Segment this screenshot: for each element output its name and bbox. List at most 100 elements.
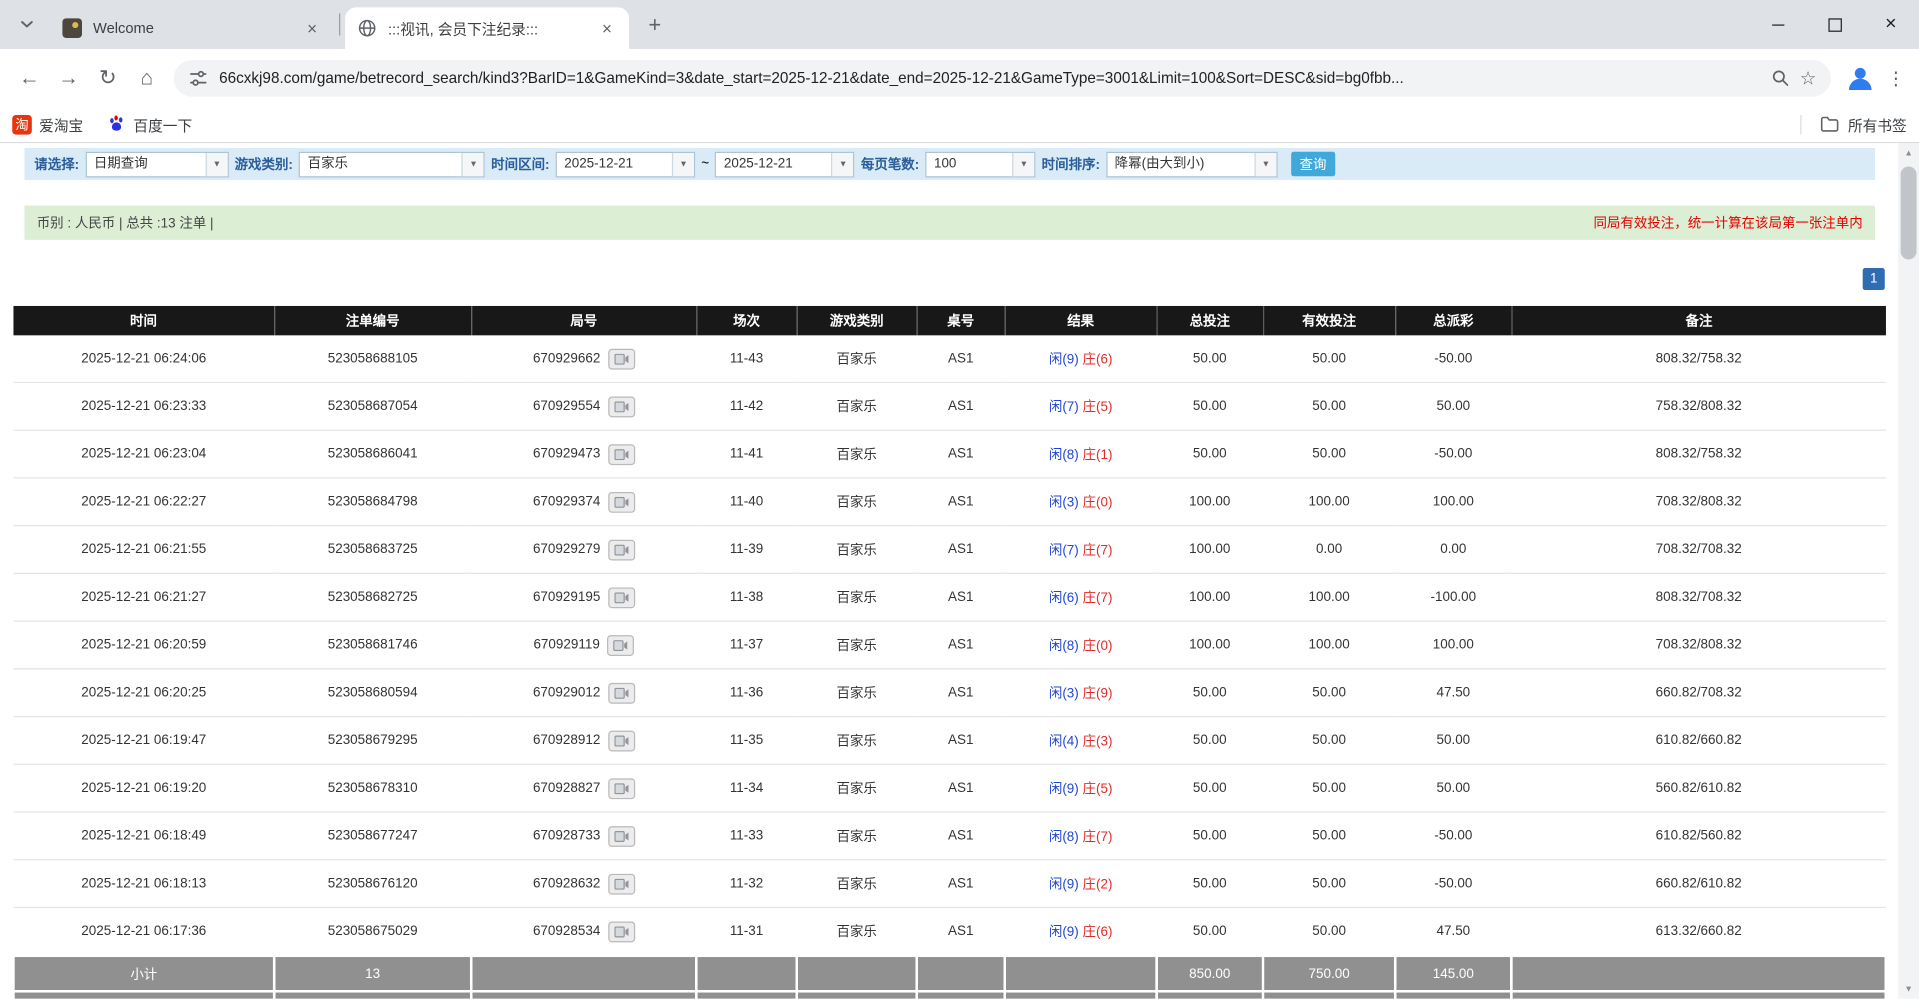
bookmark-baidu[interactable]: 百度一下 — [108, 114, 192, 136]
video-detail-icon[interactable] — [608, 539, 635, 560]
chevron-down-icon[interactable]: ▼ — [205, 152, 227, 175]
tab-search-button[interactable] — [11, 9, 43, 41]
tab-close-icon[interactable]: × — [302, 18, 322, 38]
url-text[interactable]: 66cxkj98.com/game/betrecord_search/kind3… — [219, 70, 1760, 87]
cell-round: 670928827 — [471, 764, 696, 812]
maximize-button[interactable] — [1806, 0, 1862, 49]
cell-time: 2025-12-21 06:23:04 — [13, 430, 274, 478]
video-detail-icon[interactable] — [608, 491, 635, 512]
scrollbar-thumb[interactable] — [1901, 166, 1917, 259]
vertical-scrollbar[interactable]: ▲ ▼ — [1898, 143, 1919, 998]
cell-payout: -100.00 — [1395, 573, 1511, 621]
bookmark-taobao[interactable]: 淘 爱淘宝 — [12, 114, 83, 135]
new-tab-button[interactable]: + — [639, 9, 671, 41]
browser-menu-button[interactable]: ⋮ — [1882, 67, 1909, 89]
scroll-up-icon[interactable]: ▲ — [1898, 143, 1919, 163]
video-detail-icon[interactable] — [608, 444, 635, 465]
cell-bet-id: 523058676120 — [274, 860, 471, 908]
filter-bar: 请选择: 日期查询 ▼ 游戏类别: 百家乐 ▼ 时间区间: 2025-12-21… — [24, 148, 1874, 180]
tab-title: :::视讯, 会员下注纪录::: — [388, 18, 590, 39]
cell-game-type: 百家乐 — [797, 478, 917, 526]
cell-payout: -50.00 — [1395, 430, 1511, 478]
total-count: 13 — [274, 991, 471, 998]
cell-result: 闲(8) 庄(0) — [1005, 621, 1157, 669]
video-detail-icon[interactable] — [607, 635, 634, 656]
sort-select[interactable]: 降幂(由大到小) ▼ — [1106, 151, 1277, 177]
profile-avatar[interactable] — [1844, 62, 1876, 94]
page-content: 请选择: 日期查询 ▼ 游戏类别: 百家乐 ▼ 时间区间: 2025-12-21… — [0, 143, 1898, 998]
table-header-row: 时间 注单编号 局号 场次 游戏类别 桌号 结果 总投注 有效投注 总派彩 备注 — [13, 306, 1885, 335]
back-button[interactable]: ← — [10, 59, 49, 98]
site-info-icon[interactable] — [188, 69, 208, 89]
bookmark-star-icon[interactable]: ☆ — [1800, 67, 1816, 89]
all-bookmarks-button[interactable]: 所有书签 — [1848, 114, 1907, 135]
chevron-down-icon[interactable]: ▼ — [672, 152, 694, 175]
table-row: 2025-12-21 06:19:47 523058679295 6709289… — [13, 717, 1885, 765]
cell-total-bet: 100.00 — [1157, 478, 1263, 526]
search-button[interactable]: 查询 — [1291, 152, 1335, 176]
cell-total-bet: 50.00 — [1157, 669, 1263, 717]
minimize-button[interactable] — [1750, 0, 1806, 49]
video-detail-icon[interactable] — [608, 682, 635, 703]
result-player: 闲(9) — [1049, 782, 1079, 797]
scroll-down-icon[interactable]: ▼ — [1898, 979, 1919, 999]
cell-remark: 708.32/708.32 — [1511, 526, 1885, 574]
video-detail-icon[interactable] — [608, 348, 635, 369]
cell-payout: 50.00 — [1395, 764, 1511, 812]
round-number: 670928827 — [533, 781, 600, 796]
date-end-select[interactable]: 2025-12-21 ▼ — [715, 151, 855, 177]
page-1-button[interactable]: 1 — [1863, 268, 1885, 290]
cell-round: 670929662 — [471, 335, 696, 382]
video-detail-icon[interactable] — [608, 825, 635, 846]
header-result: 结果 — [1005, 306, 1157, 335]
close-button[interactable]: × — [1863, 0, 1919, 49]
cell-session: 11-35 — [696, 717, 796, 765]
globe-favicon-icon — [357, 18, 377, 38]
result-banker: 庄(6) — [1083, 925, 1113, 940]
home-button[interactable]: ⌂ — [127, 59, 166, 98]
chevron-down-icon[interactable]: ▼ — [832, 152, 854, 175]
game-type-value: 百家乐 — [300, 152, 462, 175]
cell-total-bet: 100.00 — [1157, 526, 1263, 574]
result-banker: 庄(7) — [1083, 830, 1113, 845]
chevron-down-icon[interactable]: ▼ — [1012, 152, 1034, 175]
cell-session: 11-36 — [696, 669, 796, 717]
chevron-down-icon[interactable]: ▼ — [462, 152, 484, 175]
cell-game-type: 百家乐 — [797, 812, 917, 860]
tab-betrecord[interactable]: :::视讯, 会员下注纪录::: × — [345, 7, 629, 49]
date-start-select[interactable]: 2025-12-21 ▼ — [556, 151, 696, 177]
cell-total-bet: 100.00 — [1157, 621, 1263, 669]
cell-time: 2025-12-21 06:17:36 — [13, 907, 274, 955]
game-type-select[interactable]: 百家乐 ▼ — [299, 151, 485, 177]
query-type-select[interactable]: 日期查询 ▼ — [85, 151, 228, 177]
cell-result: 闲(7) 庄(7) — [1005, 526, 1157, 574]
video-detail-icon[interactable] — [608, 730, 635, 751]
video-detail-icon[interactable] — [608, 587, 635, 608]
cell-bet-id: 523058678310 — [274, 764, 471, 812]
cell-payout: -50.00 — [1395, 335, 1511, 382]
video-detail-icon[interactable] — [608, 921, 635, 942]
header-game-type: 游戏类别 — [797, 306, 917, 335]
cell-session: 11-32 — [696, 860, 796, 908]
tab-close-icon[interactable]: × — [597, 18, 617, 38]
cell-bet-id: 523058682725 — [274, 573, 471, 621]
video-detail-icon[interactable] — [608, 873, 635, 894]
cell-result: 闲(9) 庄(6) — [1005, 335, 1157, 382]
forward-button[interactable]: → — [49, 59, 88, 98]
video-detail-icon[interactable] — [608, 396, 635, 417]
zoom-icon[interactable] — [1770, 69, 1790, 89]
chevron-down-icon — [20, 20, 35, 30]
address-bar[interactable]: 66cxkj98.com/game/betrecord_search/kind3… — [174, 60, 1831, 97]
video-detail-icon[interactable] — [608, 778, 635, 799]
total-label: 总计 — [13, 991, 274, 998]
per-page-select[interactable]: 100 ▼ — [925, 151, 1035, 177]
reload-button[interactable]: ↻ — [88, 59, 127, 98]
cell-valid-bet: 50.00 — [1263, 669, 1395, 717]
tab-welcome[interactable]: Welcome × — [50, 7, 334, 49]
result-player: 闲(6) — [1049, 591, 1079, 606]
cell-valid-bet: 0.00 — [1263, 526, 1395, 574]
header-table-no: 桌号 — [917, 306, 1005, 335]
cell-payout: 47.50 — [1395, 907, 1511, 955]
chevron-down-icon[interactable]: ▼ — [1254, 152, 1276, 175]
cell-table-no: AS1 — [917, 621, 1005, 669]
